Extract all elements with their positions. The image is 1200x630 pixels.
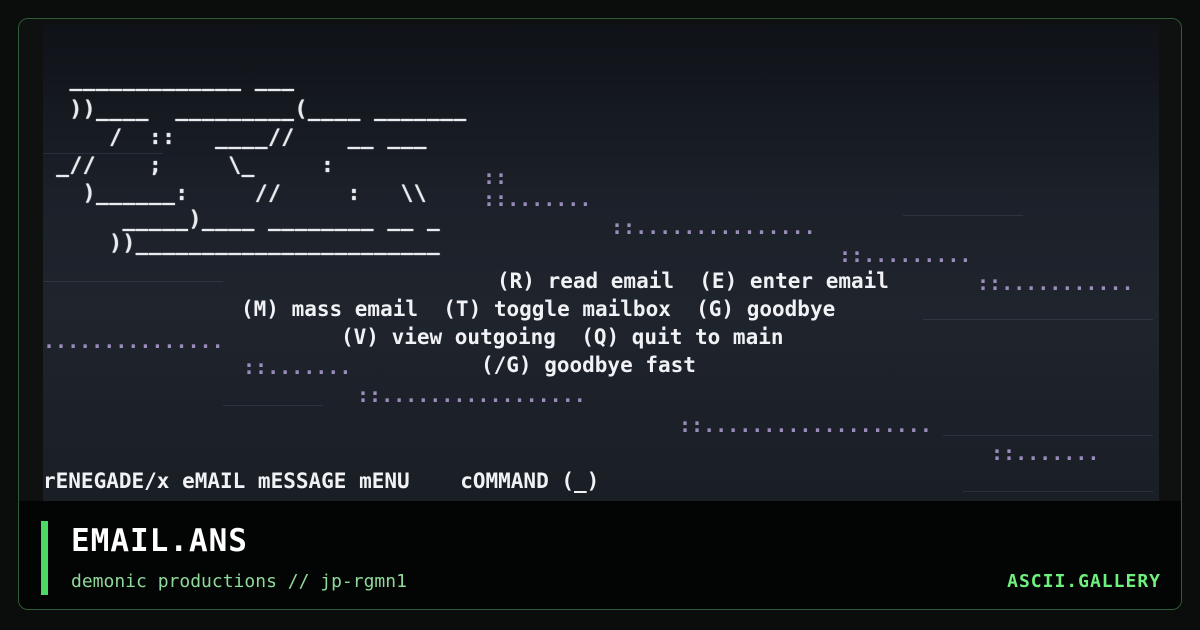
dot-trail: ::................... bbox=[679, 413, 932, 437]
dot-trail: ::....... bbox=[991, 441, 1100, 465]
ansi-screen: _____________ ___ ))____ _________(____ … bbox=[43, 25, 1159, 501]
dot-trail: ::............... bbox=[611, 215, 816, 239]
caption-bar: EMAIL.ANS demonic productions // jp-rgmn… bbox=[19, 501, 1181, 609]
logo-line: )______: // : \\ bbox=[43, 181, 428, 205]
dot-trail: ............... bbox=[43, 329, 224, 353]
dot-trail: ::......... bbox=[839, 243, 972, 267]
logo-line: _// ; \_ : bbox=[43, 153, 335, 177]
logo-line: ))_______________________ bbox=[43, 231, 441, 255]
ghost-line bbox=[943, 435, 1153, 436]
command-prompt: rENEGADE/x eMAIL mESSAGE mENU cOMMAND (_… bbox=[43, 469, 600, 493]
ghost-line bbox=[903, 215, 1023, 216]
logo-line: / :: ____// __ ___ bbox=[43, 125, 428, 149]
menu-line-goodbye-fast: (/G) goodbye fast bbox=[481, 353, 696, 377]
menu-line-view-quit: (V) view outgoing (Q) quit to main bbox=[341, 325, 784, 349]
logo-line: _____________ ___ bbox=[43, 67, 295, 91]
dot-trail: :: bbox=[483, 165, 508, 189]
ghost-line bbox=[43, 281, 223, 282]
dot-trail: ::................. bbox=[357, 383, 586, 407]
menu-line-read-enter: (R) read email (E) enter email bbox=[497, 269, 889, 293]
accent-bar bbox=[41, 521, 48, 595]
logo-line: ))____ _________(____ _______ bbox=[43, 97, 467, 121]
ghost-line bbox=[923, 319, 1153, 320]
site-brand: ASCII.GALLERY bbox=[1007, 571, 1161, 592]
ghost-line bbox=[223, 405, 323, 406]
logo-line: _____)____ ________ __ _ bbox=[43, 207, 441, 231]
dot-trail: ::........... bbox=[977, 271, 1134, 295]
ghost-line bbox=[963, 491, 1153, 492]
preview-card: _____________ ___ ))____ _________(____ … bbox=[18, 18, 1182, 610]
artwork-title: EMAIL.ANS bbox=[71, 523, 248, 559]
menu-line-mass-toggle-goodbye: (M) mass email (T) toggle mailbox (G) go… bbox=[241, 297, 836, 321]
dot-trail: ::....... bbox=[483, 187, 592, 211]
artwork-credit: demonic productions // jp-rgmn1 bbox=[71, 571, 407, 592]
dot-trail: ::....... bbox=[243, 355, 352, 379]
